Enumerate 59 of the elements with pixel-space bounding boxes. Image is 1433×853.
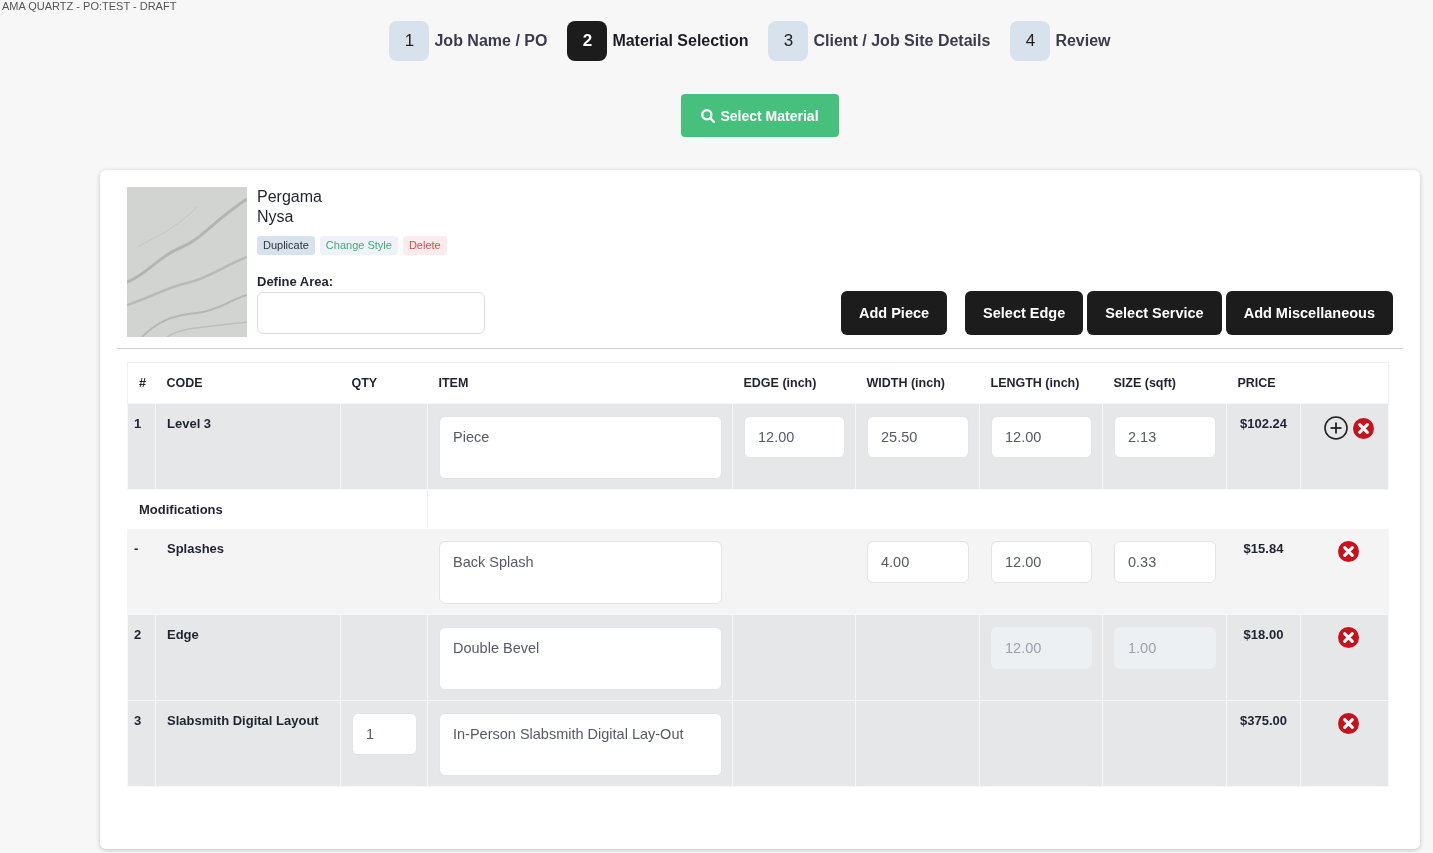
row-number: 2 bbox=[134, 627, 142, 643]
column-header: # bbox=[139, 376, 146, 390]
width-input[interactable]: 4.00 bbox=[867, 541, 969, 583]
price-text: $375.00 bbox=[1240, 713, 1287, 729]
remove-icon[interactable] bbox=[1338, 541, 1359, 562]
edge-input[interactable]: 12.00 bbox=[744, 416, 845, 458]
width-input[interactable]: 25.50 bbox=[867, 416, 969, 458]
item-code: Splashes bbox=[167, 541, 225, 557]
section-label: Modifications bbox=[139, 501, 223, 517]
step-number-badge: 2 bbox=[567, 21, 608, 61]
step-tab[interactable]: 3 Client / Job Site Details bbox=[768, 21, 991, 61]
toolbar-button[interactable]: Add Miscellaneous bbox=[1225, 291, 1393, 335]
material-action-button[interactable]: Duplicate bbox=[257, 236, 315, 255]
define-area-input[interactable] bbox=[257, 292, 485, 334]
step-tab[interactable]: 1 Job Name / PO bbox=[389, 21, 548, 61]
step-number-badge: 4 bbox=[1010, 21, 1051, 61]
length-input[interactable]: 12.00 bbox=[991, 541, 1092, 583]
search-icon bbox=[701, 108, 716, 123]
item-input[interactable]: Piece bbox=[439, 416, 722, 479]
size-input[interactable]: 2.13 bbox=[1114, 416, 1216, 458]
define-area-label: Define Area: bbox=[257, 274, 334, 289]
item-code: Edge bbox=[167, 627, 199, 643]
column-header: QTY bbox=[351, 376, 378, 390]
item-input[interactable]: In-Person Slabsmith Digital Lay-Out bbox=[439, 713, 722, 776]
material-name: Nysa bbox=[257, 207, 294, 227]
column-header: LENGTH (inch) bbox=[990, 376, 1080, 390]
quantity-input[interactable]: 1 bbox=[352, 713, 417, 755]
size-input[interactable]: 0.33 bbox=[1114, 541, 1216, 583]
step-number-badge: 1 bbox=[389, 21, 430, 61]
price-text: $18.00 bbox=[1243, 627, 1284, 643]
item-code: Slabsmith Digital Layout bbox=[167, 713, 319, 729]
material-brand: Pergama bbox=[257, 187, 322, 207]
step-tab[interactable]: 2 Material Selection bbox=[567, 21, 749, 61]
toolbar-button[interactable]: Select Edge bbox=[965, 291, 1084, 335]
toolbar-button[interactable]: Select Service bbox=[1087, 291, 1222, 335]
price-text: $15.84 bbox=[1243, 541, 1284, 557]
row-number: 3 bbox=[134, 713, 142, 729]
step-tab[interactable]: 4 Review bbox=[1010, 21, 1111, 61]
add-circle-icon[interactable] bbox=[1323, 416, 1348, 440]
remove-icon[interactable] bbox=[1338, 713, 1359, 734]
column-header: EDGE (inch) bbox=[743, 376, 817, 390]
column-header: SIZE (sqft) bbox=[1113, 376, 1176, 390]
row-number: 1 bbox=[134, 416, 142, 432]
item-input[interactable]: Double Bevel bbox=[439, 627, 722, 690]
row-number: - bbox=[134, 541, 139, 557]
item-code: Level 3 bbox=[167, 416, 212, 432]
toolbar-button[interactable]: Add Piece bbox=[841, 291, 948, 335]
remove-icon[interactable] bbox=[1352, 417, 1374, 439]
price-text: $102.24 bbox=[1240, 416, 1287, 432]
step-number-badge: 3 bbox=[768, 21, 809, 61]
column-header: CODE bbox=[166, 376, 203, 390]
breadcrumb-text: AMA QUARTZ - PO:TEST - DRAFT bbox=[2, 0, 177, 13]
remove-icon[interactable] bbox=[1338, 627, 1359, 648]
material-action-button[interactable]: Delete bbox=[402, 236, 447, 255]
column-header: PRICE bbox=[1237, 376, 1276, 390]
column-header: WIDTH (inch) bbox=[866, 376, 945, 390]
column-header: ITEM bbox=[438, 376, 469, 390]
item-input[interactable]: Back Splash bbox=[439, 541, 722, 604]
length-input[interactable]: 12.00 bbox=[991, 416, 1092, 458]
